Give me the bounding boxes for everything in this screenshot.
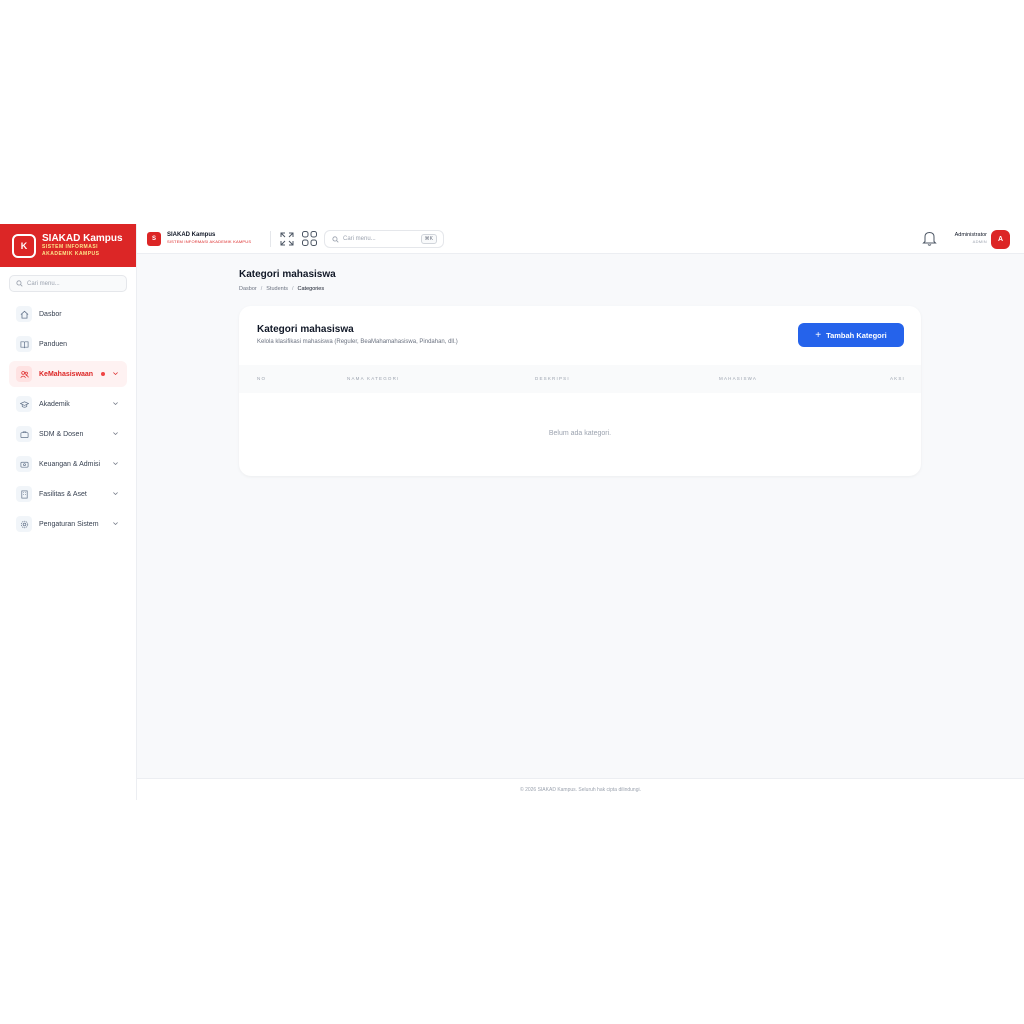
add-category-button[interactable]: + Tambah Kategori xyxy=(798,323,904,347)
home-icon xyxy=(16,306,32,322)
divider xyxy=(270,231,271,247)
sidebar-search-placeholder: Cari menu... xyxy=(27,280,60,287)
sidebar-item-panduen[interactable]: Panduen xyxy=(9,331,127,357)
fullscreen-icon[interactable] xyxy=(279,231,295,247)
footer: © 2026 SIAKAD Kampus. Seluruh hak cipta … xyxy=(137,778,1024,800)
sidebar-item-label: Panduen xyxy=(39,340,68,348)
column-header-mahasiswa[interactable]: MAHASISWA xyxy=(719,376,757,381)
sidebar-item-label: Dasbor xyxy=(39,310,62,318)
sidebar-item-fasilitas-aset[interactable]: Fasilitas & Aset xyxy=(9,481,127,507)
empty-state-text: Belum ada kategori. xyxy=(548,430,612,437)
breadcrumb-item-dasbor[interactable]: Dasbor xyxy=(239,286,257,292)
page-title: Kategori mahasiswa xyxy=(239,269,336,280)
keyboard-shortcut-badge: ⌘K xyxy=(420,234,437,244)
book-icon xyxy=(16,336,32,352)
sidebar-brand[interactable]: K SIAKAD Kampus SISTEM INFORMASI AKADEMI… xyxy=(0,224,136,267)
brand-text: SIAKAD Kampus SISTEM INFORMASI AKADEMIK … xyxy=(42,233,123,258)
building-icon xyxy=(16,486,32,502)
sidebar-item-dasbor[interactable]: Dasbor xyxy=(9,301,127,327)
breadcrumb-separator: / xyxy=(291,286,294,292)
table-header: NO NAMA KATEGORI DESKRIPSI MAHASISWA AKS… xyxy=(239,365,921,393)
graduation-cap-icon xyxy=(16,396,32,412)
wallet-icon xyxy=(16,456,32,472)
users-icon xyxy=(16,366,32,382)
app-title-block: SIAKAD Kampus SISTEM INFORMASI AKADEMIK … xyxy=(167,232,251,245)
app-title: SIAKAD Kampus xyxy=(167,232,216,238)
column-header-aksi: AKSI xyxy=(889,376,905,381)
sidebar-item-akademik[interactable]: Akademik xyxy=(9,391,127,417)
chevron-down-icon xyxy=(113,372,118,376)
sidebar-item-label: Fasilitas & Aset xyxy=(39,490,87,498)
categories-card: Kategori mahasiswa Kelola klasifikasi ma… xyxy=(239,306,921,476)
briefcase-icon xyxy=(16,426,32,442)
topbar-search-input[interactable]: Cari menu... ⌘K xyxy=(324,230,444,248)
user-name: Administrator xyxy=(954,232,987,238)
breadcrumb-item-current: Categories xyxy=(297,286,325,292)
user-menu[interactable]: Administrator ADMIN xyxy=(945,232,987,245)
breadcrumb: Dasbor / Students / Categories xyxy=(239,286,324,292)
column-header-no[interactable]: NO xyxy=(257,376,266,381)
sidebar-item-label: KeMahasiswaan xyxy=(39,370,94,378)
add-category-label: Tambah Kategori xyxy=(826,330,887,340)
top-bar: S SIAKAD Kampus SISTEM INFORMASI AKADEMI… xyxy=(137,224,1024,254)
sidebar-search-input[interactable]: Cari menu... xyxy=(9,275,127,292)
apps-grid-icon[interactable] xyxy=(301,230,318,247)
sidebar-item-kemahasiswaan[interactable]: KeMahasiswaan xyxy=(9,361,127,387)
sidebar-item-sdm-dosen[interactable]: SDM & Dosen xyxy=(9,421,127,447)
sidebar-item-label: Akademik xyxy=(39,400,70,408)
sidebar-item-label: Keuangan & Admisi xyxy=(39,460,101,468)
bell-icon[interactable] xyxy=(921,229,938,247)
card-title: Kategori mahasiswa xyxy=(257,324,354,335)
app-subtitle: SISTEM INFORMASI AKADEMIK KAMPUS xyxy=(167,239,252,244)
topbar-search-placeholder: Cari menu... xyxy=(343,236,376,242)
plus-icon: + xyxy=(815,329,822,341)
gear-icon xyxy=(16,516,32,532)
app-frame: K SIAKAD Kampus SISTEM INFORMASI AKADEMI… xyxy=(0,224,1024,800)
breadcrumb-item-students[interactable]: Students xyxy=(266,286,288,292)
avatar[interactable]: A xyxy=(991,230,1010,249)
search-icon xyxy=(16,280,23,287)
column-header-nama-kategori[interactable]: NAMA KATEGORI xyxy=(347,376,400,381)
chevron-down-icon xyxy=(113,522,118,526)
search-icon xyxy=(332,235,339,243)
brand-subtitle-line1: SISTEM INFORMASI xyxy=(42,244,99,250)
sidebar-item-keuangan-admisi[interactable]: Keuangan & Admisi xyxy=(9,451,127,477)
user-role: ADMIN xyxy=(972,239,987,244)
chevron-down-icon xyxy=(113,462,118,466)
sidebar-nav: Dasbor Panduen KeMahasiswaan Akademik SD… xyxy=(0,301,136,537)
app-logo[interactable]: S xyxy=(147,232,161,246)
brand-logo: K xyxy=(12,233,36,258)
sidebar-item-pengaturan-sistem[interactable]: Pengaturan Sistem xyxy=(9,511,127,537)
chevron-down-icon xyxy=(113,402,118,406)
brand-logo-letter: K xyxy=(20,240,28,251)
brand-subtitle-line2: AKADEMIK KAMPUS xyxy=(42,251,100,257)
chevron-down-icon xyxy=(113,432,118,436)
chevron-down-icon xyxy=(113,492,118,496)
notification-dot xyxy=(101,372,105,376)
sidebar-item-label: SDM & Dosen xyxy=(39,430,84,438)
sidebar: K SIAKAD Kampus SISTEM INFORMASI AKADEMI… xyxy=(0,224,137,800)
brand-title: SIAKAD Kampus xyxy=(42,233,123,244)
breadcrumb-separator: / xyxy=(260,286,263,292)
card-subtitle: Kelola klasifikasi mahasiswa (Reguler, B… xyxy=(257,339,458,345)
sidebar-item-label: Pengaturan Sistem xyxy=(39,520,99,528)
column-header-deskripsi[interactable]: DESKRIPSI xyxy=(535,376,570,381)
